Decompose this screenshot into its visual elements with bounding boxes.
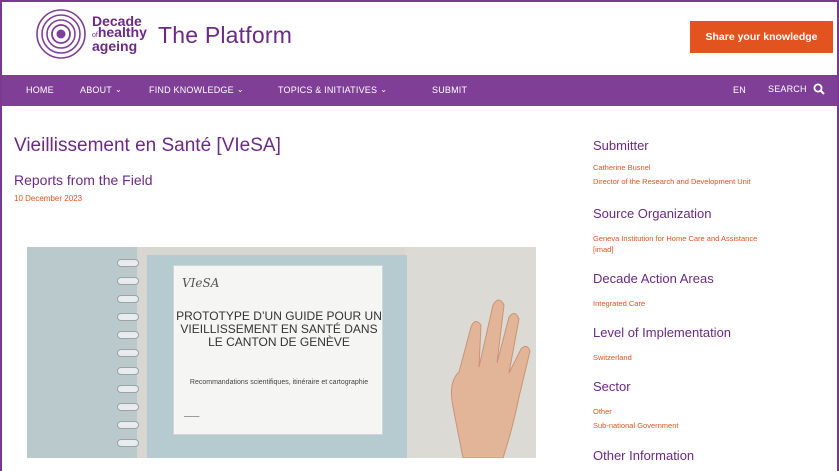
binder-coil [117,349,139,357]
nav-home-label: HOME [26,85,54,95]
level-of-implementation-value: Switzerland [593,353,632,362]
nav-about[interactable]: ABOUT ⌄ [80,85,122,95]
site-header: Decade ofhealthy ageing The Platform Sha… [2,2,837,74]
image-brand-text: VIeSA [182,276,220,290]
search-icon [813,83,825,95]
image-heading-text: PROTOTYPE D’UN GUIDE POUR UN VIEILLISSEM… [176,309,382,349]
share-knowledge-button[interactable]: Share your knowledge [690,21,833,53]
submitter-role: Director of the Research and Development… [593,177,751,186]
search-button[interactable]: SEARCH [768,83,825,95]
sector-value-subnational: Sub-national Government [593,421,679,430]
level-of-implementation-heading: Level of Implementation [593,325,732,340]
featured-image: VIeSA PROTOTYPE D’UN GUIDE POUR UN VIEIL… [27,247,536,458]
nav-submit-label: SUBMIT [432,85,468,95]
decade-action-areas-heading: Decade Action Areas [593,271,714,286]
image-subheading-text: Recommandations scientifiques, itinérair… [189,379,369,386]
binder-coil [117,313,139,321]
binder-coil [117,277,139,285]
source-organization-line-1: Geneva Institution for Home Care and Ass… [593,234,758,243]
nav-home[interactable]: HOME [26,85,54,95]
nav-about-label: ABOUT [80,85,113,95]
logo-line-ageing: ageing [92,38,138,54]
decade-logo-icon[interactable] [35,8,87,60]
publish-date: 10 December 2023 [14,194,83,203]
submitter-name: Catherine Busnel [593,163,651,172]
nav-submit[interactable]: SUBMIT [432,85,467,95]
page-frame: Decade ofhealthy ageing The Platform Sha… [0,0,839,471]
binder-coil [117,421,139,429]
document-label: VIeSA PROTOTYPE D’UN GUIDE POUR UN VIEIL… [173,265,383,435]
binder-coil [117,439,139,447]
decade-action-area-link[interactable]: Integrated Care [593,298,645,309]
nav-find-knowledge[interactable]: FIND KNOWLEDGE ⌄ [149,85,244,95]
binder-coil [117,385,139,393]
other-information-heading: Other Information [593,448,695,463]
platform-title[interactable]: The Platform [158,22,292,49]
nav-topics-initiatives[interactable]: TOPICS & INITIATIVES ⌄ [278,85,387,95]
nav-find-knowledge-label: FIND KNOWLEDGE [149,85,234,95]
source-organization-line-2: [imad] [593,245,614,254]
binder-coil [117,367,139,375]
binder-coil [117,259,139,267]
main-nav: HOME ABOUT ⌄ FIND KNOWLEDGE ⌄ TOPICS & INI… [2,75,837,106]
nav-topics-label: TOPICS & INITIATIVES [278,85,378,95]
search-label: SEARCH [768,84,807,94]
content-type-subtitle: Reports from the Field [14,172,153,188]
sector-heading: Sector [593,379,631,394]
chevron-down-icon: ⌄ [236,85,244,94]
logo-wordmark[interactable]: Decade ofhealthy ageing [92,14,147,54]
image-author-scribble: ▁▁▁▁▁ [184,412,200,417]
language-selector[interactable]: EN [733,85,746,95]
chevron-down-icon: ⌄ [380,85,388,94]
sector-value-other: Other [593,407,612,416]
hand-illustration [451,299,531,458]
submitter-heading: Submitter [593,138,649,153]
source-organization-heading: Source Organization [593,206,712,221]
binder-coil [117,295,139,303]
binder-coil [117,403,139,411]
binder-coil [117,331,139,339]
page-title: Vieillissement en Santé [VIeSA] [14,135,281,156]
chevron-down-icon: ⌄ [115,85,122,94]
